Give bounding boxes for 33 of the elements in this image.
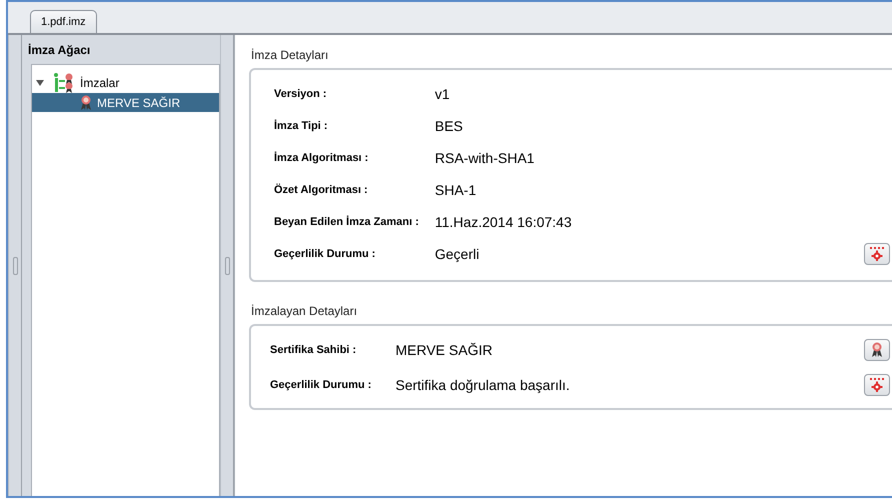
- field-value: SHA-1: [434, 181, 478, 200]
- tree-item[interactable]: İmzalar: [32, 73, 219, 93]
- splitter-handle[interactable]: [224, 256, 230, 274]
- field-value: Geçerli: [434, 245, 480, 264]
- validate-button[interactable]: [864, 374, 890, 396]
- gear-icon: [869, 247, 885, 261]
- field-label: Özet Algoritması :: [274, 182, 369, 198]
- ribbon-icon: [871, 342, 883, 358]
- field-value: BES: [434, 117, 464, 136]
- validate-button[interactable]: [864, 243, 890, 265]
- section-title: İmza Detayları: [250, 48, 330, 62]
- field-label: Geçerlilik Durumu :: [274, 247, 376, 262]
- field-label: Sertifika Sahibi :: [270, 342, 358, 358]
- field-value: v1: [434, 85, 451, 104]
- signature-group-icon: [53, 72, 75, 94]
- certificate-button[interactable]: [864, 338, 890, 360]
- ribbon-icon: [80, 94, 92, 110]
- field-label: Geçerlilik Durumu :: [270, 378, 372, 392]
- field-label: İmza Algoritması :: [274, 150, 370, 166]
- section-title: İmzalayan Detayları: [250, 304, 358, 318]
- field-value: 11.Haz.2014 16:07:43: [434, 213, 573, 232]
- expand-toggle-icon[interactable]: [36, 80, 44, 86]
- panel-title: İmza Ağacı: [27, 42, 92, 59]
- field-label: Beyan Edilen İmza Zamanı :: [274, 214, 419, 230]
- gear-icon: [869, 378, 885, 392]
- field-value: Sertifika doğrulama başarılı.: [395, 376, 571, 395]
- tree-item[interactable]: MERVE SAĞIR: [32, 93, 219, 112]
- field-label: İmza Tipi :: [274, 118, 329, 134]
- file-tab[interactable]: 1.pdf.imz: [30, 10, 97, 33]
- field-value: RSA-with-SHA1: [434, 149, 536, 168]
- splitter-handle[interactable]: [12, 256, 18, 274]
- field-value: MERVE SAĞIR: [395, 340, 494, 360]
- field-label: Versiyon :: [274, 87, 328, 102]
